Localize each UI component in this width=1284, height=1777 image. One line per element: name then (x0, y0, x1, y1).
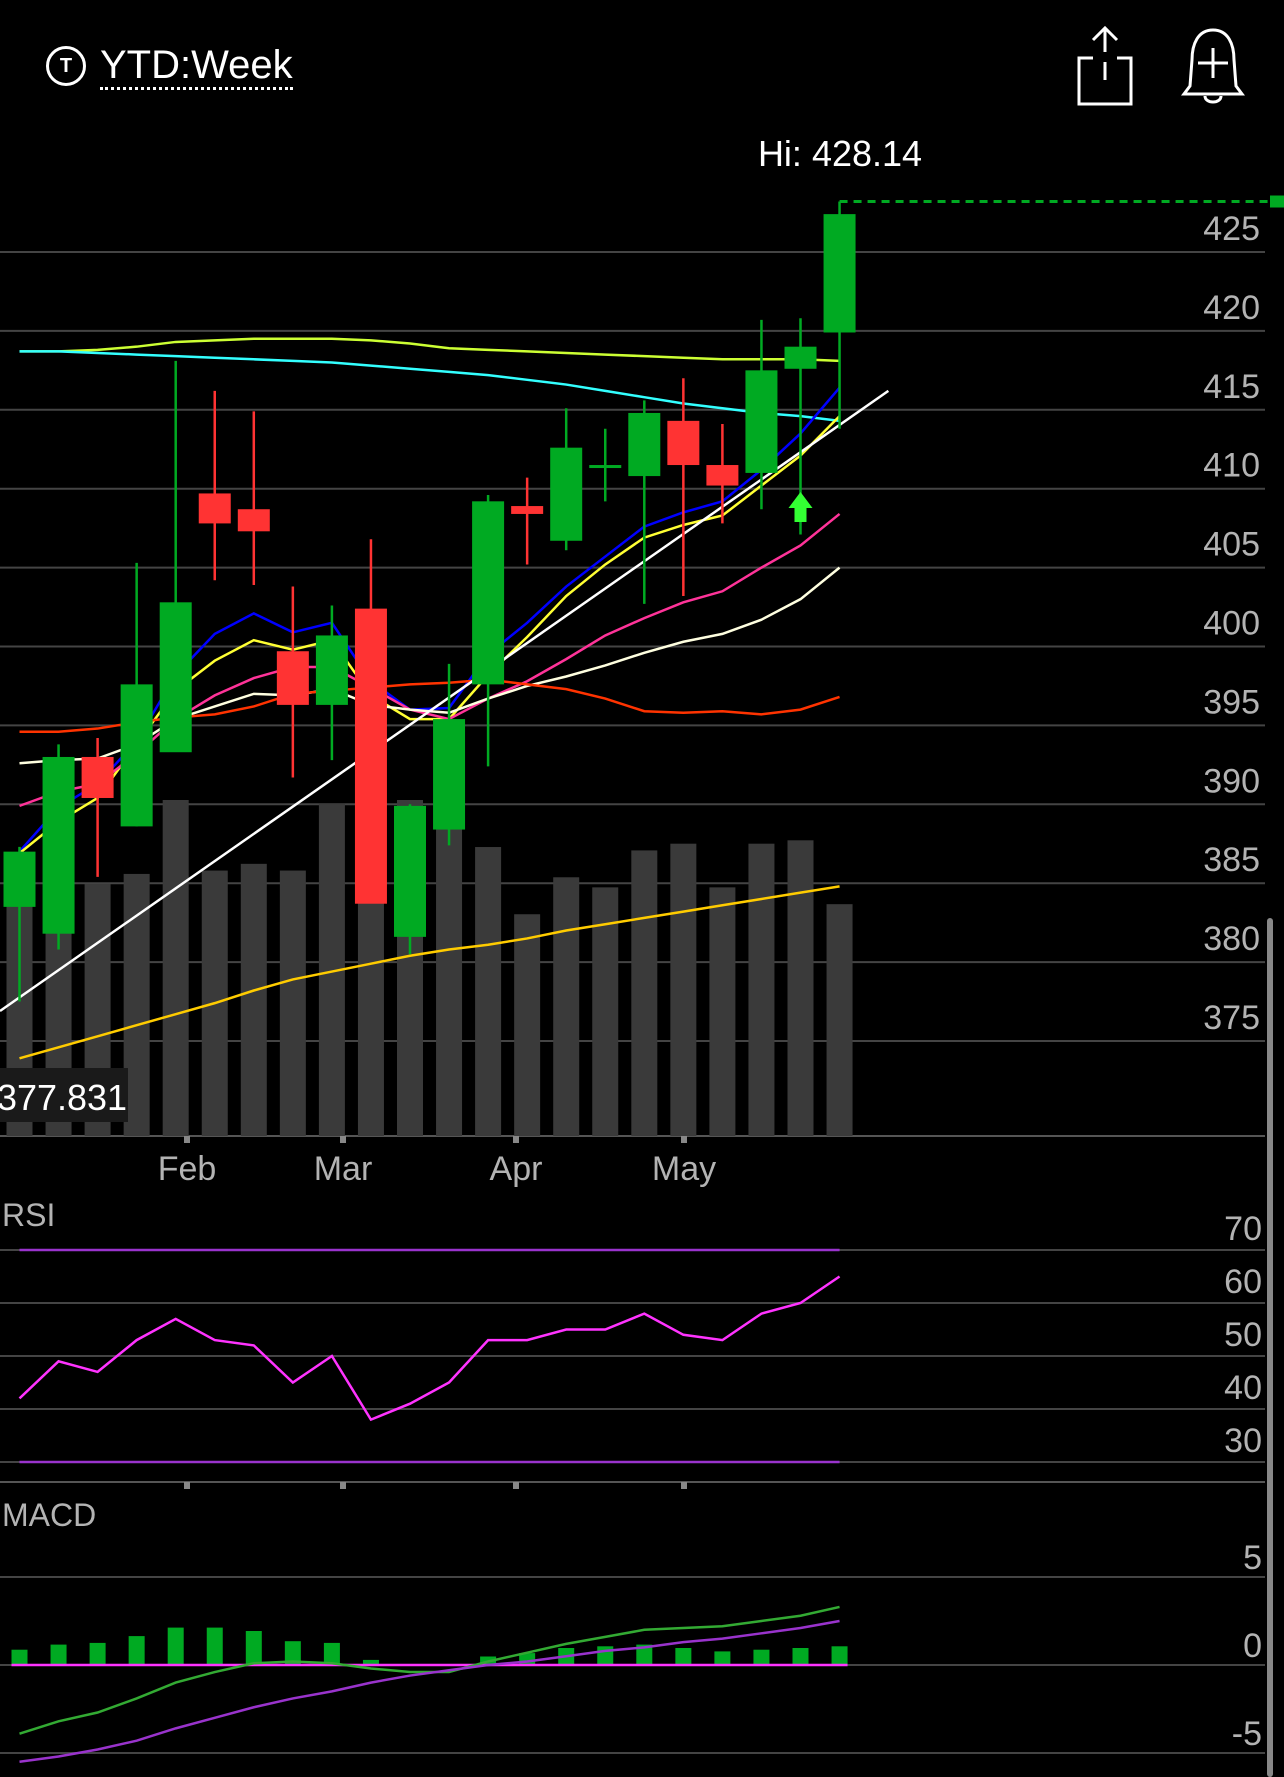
candle-body (3, 851, 36, 907)
hi-price-marker (1270, 195, 1284, 208)
candle-body (784, 346, 817, 369)
x-tick-mark (340, 1482, 346, 1489)
price-tick-label: 395 (1203, 683, 1260, 721)
rsi-tick-label: 60 (1224, 1263, 1262, 1301)
macd-histogram-bar (675, 1648, 692, 1665)
macd-tick-label: 0 (1243, 1627, 1262, 1665)
candle-body (276, 651, 309, 705)
candle-body (628, 412, 661, 477)
candle-body (511, 506, 544, 514)
candle-body (198, 493, 231, 524)
candle-body (823, 214, 856, 333)
candle-body (745, 370, 778, 473)
volume-bars (6, 800, 853, 1136)
price-tick-label: 420 (1203, 289, 1260, 327)
price-tick-label: 410 (1203, 447, 1260, 485)
macd-histogram-bar (831, 1646, 848, 1665)
macd-tick-label: -5 (1232, 1715, 1262, 1753)
price-tick-label: 400 (1203, 605, 1260, 643)
macd-panel: 5 0 -5 (0, 1539, 1265, 1764)
candle-body (433, 719, 466, 830)
rsi-tick-label: 40 (1224, 1369, 1262, 1407)
macd-histogram-bar (11, 1649, 28, 1665)
hi-label: Hi: 428.14 (758, 133, 922, 174)
macd-histogram-bar (167, 1627, 184, 1665)
x-tick-label: Apr (490, 1150, 543, 1188)
buy-signal-arrow (788, 492, 813, 522)
rsi-tick-label: 50 (1224, 1316, 1262, 1354)
candle-body (315, 635, 348, 705)
candle-body (354, 608, 387, 904)
macd-label: MACD (2, 1497, 96, 1533)
volume-bar (475, 847, 502, 1136)
x-tick-mark (513, 1482, 519, 1489)
volume-bar (553, 877, 580, 1136)
volume-bar (787, 840, 814, 1136)
volume-bar (670, 843, 697, 1136)
x-tick-mark (681, 1136, 687, 1143)
volume-bar (514, 914, 541, 1136)
cursor-price-label: 377.831 (0, 1077, 127, 1118)
candle-body (394, 805, 426, 937)
price-tick-label: 390 (1203, 762, 1260, 800)
rsi-label: RSI (2, 1197, 55, 1233)
x-tick-label: Mar (314, 1150, 373, 1188)
volume-bar (826, 904, 853, 1136)
time-axis: Feb Mar Apr May (158, 1136, 716, 1188)
volume-bar (162, 800, 189, 1136)
macd-histogram-bar (89, 1642, 106, 1665)
volume-bar (279, 870, 306, 1136)
macd-histogram-bar (128, 1636, 145, 1665)
price-tick-label: 380 (1203, 920, 1260, 958)
volume-bar (436, 800, 463, 1136)
macd-histogram-bar (792, 1648, 809, 1665)
rsi-line (18, 1275, 841, 1422)
x-tick-mark (340, 1136, 346, 1143)
moving-average-line (19, 337, 840, 363)
volume-bar (748, 843, 775, 1136)
macd-histogram-bar (597, 1646, 614, 1665)
candle-body (589, 465, 622, 469)
rsi-tick-label: 30 (1224, 1422, 1262, 1460)
macd-histogram-bar (323, 1642, 340, 1665)
macd-histogram-bar (714, 1651, 731, 1665)
volume-bar (240, 863, 267, 1136)
price-tick-label: 375 (1203, 999, 1260, 1037)
candle-body (550, 447, 583, 541)
volume-bar (709, 887, 736, 1136)
scrollbar[interactable] (1267, 918, 1273, 1777)
candle-body (120, 684, 153, 827)
candle-body (42, 756, 75, 934)
macd-tick-label: 5 (1243, 1539, 1262, 1577)
x-tick-mark (513, 1136, 519, 1143)
price-tick-label: 405 (1203, 526, 1260, 564)
candle-body (81, 756, 114, 798)
candle-body (706, 465, 739, 486)
candle-body (159, 602, 192, 753)
macd-histogram-bar (50, 1644, 67, 1665)
price-tick-label: 415 (1203, 368, 1260, 406)
x-tick-mark (184, 1136, 190, 1143)
x-tick-label: Feb (158, 1150, 217, 1188)
stock-chart[interactable]: 425420415410405400395390385380375 Hi: 42… (0, 0, 1284, 1777)
candle-body (667, 420, 700, 466)
price-tick-label: 385 (1203, 841, 1260, 879)
price-axis: 425 420 415 410 405 400 395 390 385 380 375 (1203, 210, 1260, 1037)
macd-line (19, 1605, 840, 1735)
x-tick-label: May (652, 1150, 716, 1188)
rsi-panel: 70 60 50 40 30 (0, 1210, 1265, 1489)
candle-body (472, 501, 505, 685)
macd-histogram-bar (245, 1631, 262, 1665)
x-tick-mark (184, 1482, 190, 1489)
x-tick-mark (681, 1482, 687, 1489)
macd-histogram-bar (206, 1627, 223, 1665)
volume-bar (631, 850, 658, 1136)
rsi-tick-label: 70 (1224, 1210, 1262, 1248)
price-tick-label: 425 (1203, 210, 1260, 248)
candle-body (237, 509, 270, 532)
macd-histogram-bar (753, 1649, 770, 1665)
